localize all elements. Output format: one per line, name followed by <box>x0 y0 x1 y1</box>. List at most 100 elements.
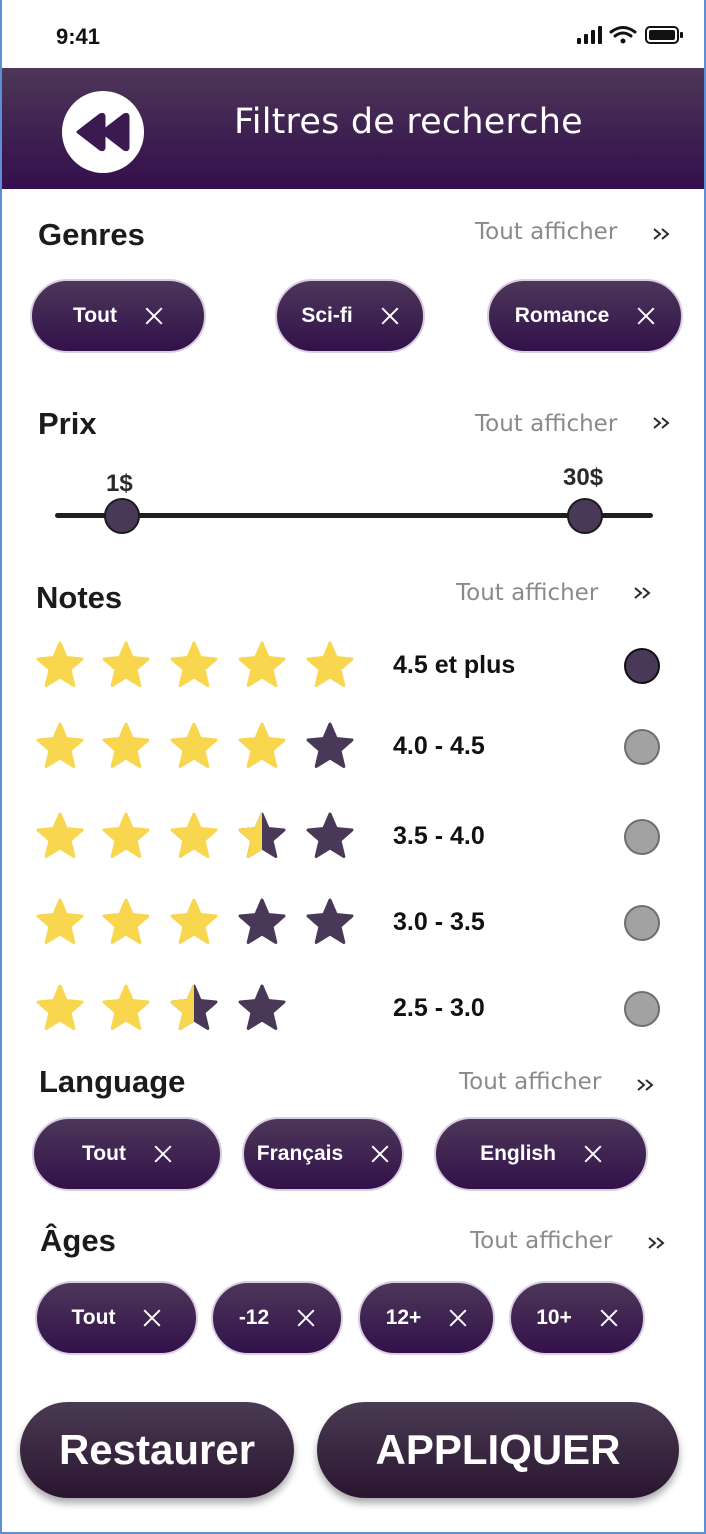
close-icon[interactable] <box>381 307 399 325</box>
chevron-right-icon[interactable] <box>636 1077 656 1093</box>
chip-label: 12+ <box>385 1306 422 1329</box>
rating-radio[interactable] <box>624 905 660 941</box>
genres-show-all[interactable]: Tout afficher <box>475 219 617 245</box>
status-bar: 9:41 <box>0 0 706 68</box>
star-empty-icon <box>238 984 286 1030</box>
language-title: Language <box>39 1064 186 1099</box>
star-empty-icon <box>306 898 354 944</box>
battery-icon <box>645 26 683 44</box>
star-filled-icon <box>102 812 150 858</box>
close-icon[interactable] <box>143 1309 161 1327</box>
language-chip-tout[interactable]: Tout <box>32 1117 222 1191</box>
rating-label: 2.5 - 3.0 <box>393 994 485 1022</box>
price-title: Prix <box>38 406 97 441</box>
age-chip-under-12[interactable]: -12 <box>211 1281 343 1355</box>
rating-label: 4.0 - 4.5 <box>393 732 485 760</box>
close-icon[interactable] <box>600 1309 618 1327</box>
rewind-icon <box>76 112 130 152</box>
genres-title: Genres <box>38 217 145 252</box>
chip-label: Sci-fi <box>301 304 353 327</box>
star-filled-icon <box>170 641 218 687</box>
rating-radio[interactable] <box>624 729 660 765</box>
star-filled-icon <box>170 722 218 768</box>
star-filled-icon <box>102 898 150 944</box>
star-filled-icon <box>170 812 218 858</box>
language-show-all[interactable]: Tout afficher <box>459 1069 601 1095</box>
rating-row[interactable]: 4.0 - 4.5 <box>0 718 706 778</box>
star-empty-icon <box>306 722 354 768</box>
price-show-all[interactable]: Tout afficher <box>475 411 617 437</box>
close-icon[interactable] <box>371 1145 389 1163</box>
ages-show-all[interactable]: Tout afficher <box>470 1228 612 1254</box>
chip-label: English <box>480 1142 556 1165</box>
star-filled-icon <box>36 984 84 1030</box>
signal-icon <box>577 26 602 44</box>
chip-label: Tout <box>71 1306 116 1329</box>
reset-button[interactable]: Restaurer <box>20 1402 294 1498</box>
price-slider-max-handle[interactable] <box>567 498 603 534</box>
rating-radio[interactable] <box>624 991 660 1027</box>
rating-radio[interactable] <box>624 819 660 855</box>
status-time: 9:41 <box>56 24 101 49</box>
star-filled-icon <box>102 984 150 1030</box>
rating-label: 3.0 - 3.5 <box>393 908 485 936</box>
chip-label: Tout <box>73 304 117 327</box>
chevron-right-icon[interactable] <box>652 226 672 242</box>
wifi-icon <box>609 26 637 44</box>
chevron-right-icon[interactable] <box>633 585 653 601</box>
notes-show-all[interactable]: Tout afficher <box>456 580 598 606</box>
close-icon[interactable] <box>145 307 163 325</box>
star-filled-icon <box>36 812 84 858</box>
star-filled-icon <box>36 898 84 944</box>
back-button[interactable] <box>62 91 144 173</box>
language-chip-english[interactable]: English <box>434 1117 648 1191</box>
age-chip-10-plus[interactable]: 10+ <box>509 1281 645 1355</box>
rating-row[interactable]: 3.5 - 4.0 <box>0 808 706 868</box>
star-empty-icon <box>306 812 354 858</box>
rating-row[interactable]: 2.5 - 3.0 <box>0 980 706 1040</box>
close-icon[interactable] <box>154 1145 172 1163</box>
close-icon[interactable] <box>584 1145 602 1163</box>
close-icon[interactable] <box>449 1309 467 1327</box>
star-half-icon <box>238 812 286 858</box>
header: Filtres de recherche <box>2 68 704 189</box>
star-empty-icon <box>238 898 286 944</box>
star-filled-icon <box>36 641 84 687</box>
price-slider-min-handle[interactable] <box>104 498 140 534</box>
chip-label: -12 <box>238 1306 270 1329</box>
price-max-value: 30$ <box>563 464 604 491</box>
language-chip-francais[interactable]: Français <box>242 1117 404 1191</box>
star-filled-icon <box>170 898 218 944</box>
star-filled-icon <box>36 722 84 768</box>
page-title: Filtres de recherche <box>234 102 583 142</box>
close-icon[interactable] <box>637 307 655 325</box>
notes-title: Notes <box>36 580 123 615</box>
star-half-icon <box>170 984 218 1030</box>
age-chip-12-plus[interactable]: 12+ <box>358 1281 495 1355</box>
genre-chip-scifi[interactable]: Sci-fi <box>275 279 425 353</box>
chip-label: 10+ <box>536 1306 572 1329</box>
star-filled-icon <box>306 641 354 687</box>
chip-label: Romance <box>514 304 610 327</box>
rating-row[interactable]: 3.0 - 3.5 <box>0 894 706 954</box>
age-chip-tout[interactable]: Tout <box>35 1281 198 1355</box>
rating-row[interactable]: 4.5 et plus <box>0 637 706 697</box>
status-icons <box>577 26 683 44</box>
star-filled-icon <box>102 722 150 768</box>
ages-title: Âges <box>40 1223 116 1258</box>
close-icon[interactable] <box>297 1309 315 1327</box>
chevron-right-icon[interactable] <box>652 415 672 431</box>
rating-label: 3.5 - 4.0 <box>393 822 485 850</box>
star-filled-icon <box>238 722 286 768</box>
genre-chip-tout[interactable]: Tout <box>30 279 206 353</box>
apply-button[interactable]: APPLIQUER <box>317 1402 679 1498</box>
price-min-value: 1$ <box>106 470 133 497</box>
chip-label: Français <box>256 1142 344 1165</box>
price-slider-track[interactable] <box>55 513 653 518</box>
rating-label: 4.5 et plus <box>393 651 516 679</box>
chevron-right-icon[interactable] <box>647 1235 667 1251</box>
rating-radio-selected[interactable] <box>624 648 660 684</box>
genre-chip-romance[interactable]: Romance <box>487 279 683 353</box>
star-filled-icon <box>238 641 286 687</box>
chip-label: Tout <box>82 1142 126 1165</box>
